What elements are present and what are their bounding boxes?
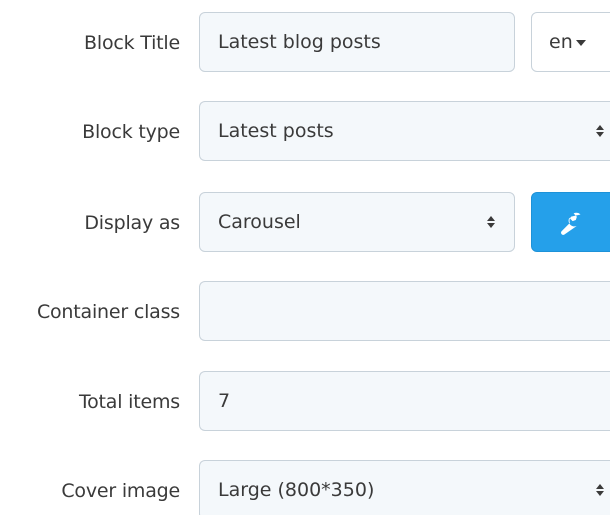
row-block-type: Block type Latest posts — [0, 101, 610, 163]
row-cover-image: Cover image Large (800*350) — [0, 460, 610, 515]
cover-image-select[interactable]: Large (800*350) — [199, 460, 610, 515]
language-label: en — [549, 31, 573, 53]
row-container-class: Container class — [0, 281, 610, 343]
display-as-label: Display as — [84, 212, 180, 234]
caret-down-icon — [575, 39, 586, 46]
container-class-input[interactable] — [199, 281, 610, 341]
block-title-label: Block Title — [84, 32, 180, 54]
display-as-select[interactable]: Carousel — [199, 192, 515, 252]
select-arrows-icon — [593, 461, 607, 515]
cover-image-value: Large (800*350) — [218, 479, 375, 501]
wrench-icon — [561, 212, 581, 235]
total-items-input[interactable]: 7 — [199, 371, 610, 431]
cover-image-label: Cover image — [61, 480, 180, 502]
block-title-input[interactable]: Latest blog posts — [199, 12, 515, 72]
display-as-value: Carousel — [218, 211, 301, 233]
row-display-as: Display as Carousel — [0, 192, 610, 254]
container-class-label: Container class — [36, 301, 180, 323]
block-settings-form: Block Title Latest blog posts en Block t… — [0, 0, 610, 515]
select-arrows-icon — [484, 193, 498, 251]
block-type-select[interactable]: Latest posts — [199, 101, 610, 161]
display-settings-button[interactable] — [531, 192, 610, 252]
language-dropdown-button[interactable]: en — [531, 12, 610, 72]
select-arrows-icon — [593, 102, 607, 160]
block-type-label: Block type — [82, 121, 180, 143]
row-total-items: Total items 7 — [0, 371, 610, 433]
block-type-value: Latest posts — [218, 120, 334, 142]
row-block-title: Block Title Latest blog posts en — [0, 12, 610, 74]
total-items-label: Total items — [78, 391, 180, 413]
